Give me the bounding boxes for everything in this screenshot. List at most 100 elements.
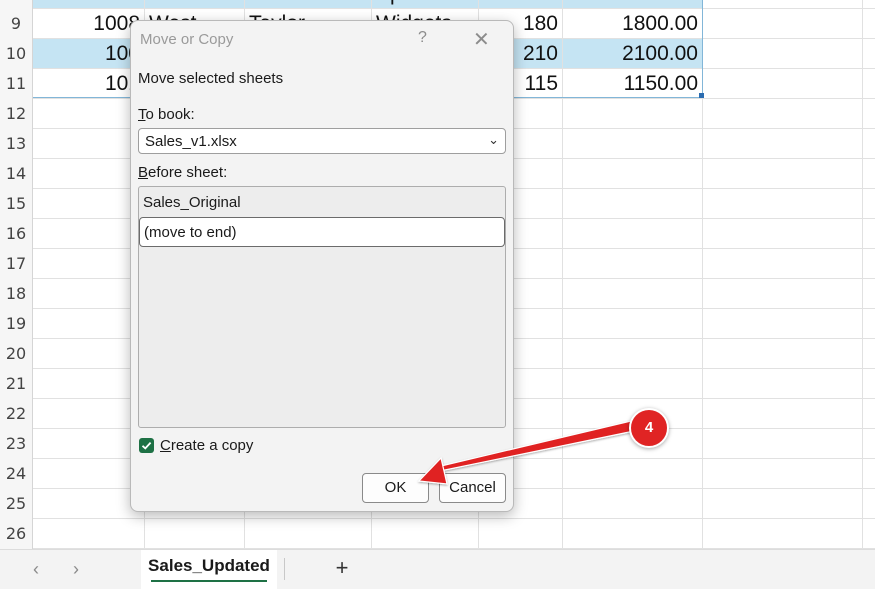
row-number[interactable]: 10	[0, 39, 33, 69]
row-number[interactable]: 25	[0, 489, 33, 519]
list-item-move-to-end[interactable]: (move to end)	[139, 217, 505, 247]
table-cell[interactable]	[863, 459, 875, 489]
table-cell[interactable]	[33, 399, 145, 429]
table-cell[interactable]	[479, 519, 563, 549]
table-cell[interactable]	[703, 0, 863, 9]
to-book-select[interactable]: Sales_v1.xlsx ⌄	[138, 128, 506, 154]
fill-handle[interactable]	[699, 93, 704, 98]
table-cell[interactable]	[703, 249, 863, 279]
table-cell[interactable]	[703, 99, 863, 129]
table-cell[interactable]	[703, 69, 863, 99]
table-cell[interactable]	[703, 429, 863, 459]
table-cell[interactable]	[33, 279, 145, 309]
table-cell[interactable]	[863, 9, 875, 39]
table-cell[interactable]	[863, 279, 875, 309]
row-number[interactable]: 11	[0, 69, 33, 99]
table-cell[interactable]	[563, 129, 703, 159]
table-cell[interactable]	[33, 369, 145, 399]
list-item-sales-original[interactable]: Sales_Original	[139, 188, 505, 218]
table-cell[interactable]	[863, 309, 875, 339]
table-cell[interactable]	[563, 369, 703, 399]
table-cell[interactable]	[703, 219, 863, 249]
table-cell[interactable]: 101	[33, 69, 145, 99]
table-cell[interactable]	[563, 339, 703, 369]
close-icon[interactable]: ✕	[473, 27, 490, 52]
table-cell[interactable]	[245, 519, 372, 549]
table-cell[interactable]	[863, 69, 875, 99]
table-cell[interactable]	[145, 519, 245, 549]
row-number[interactable]: 24	[0, 459, 33, 489]
table-cell[interactable]	[33, 429, 145, 459]
table-cell[interactable]	[703, 369, 863, 399]
table-cell[interactable]: Wilson	[245, 0, 372, 9]
table-cell[interactable]	[33, 189, 145, 219]
row-number[interactable]: 13	[0, 129, 33, 159]
before-sheet-list[interactable]: Sales_Original (move to end)	[138, 186, 506, 428]
table-cell[interactable]	[703, 399, 863, 429]
ok-button[interactable]: OK	[362, 473, 429, 503]
table-cell[interactable]	[703, 39, 863, 69]
table-cell[interactable]	[863, 99, 875, 129]
table-cell[interactable]: 1007	[33, 0, 145, 9]
table-cell[interactable]	[863, 129, 875, 159]
row-number[interactable]: 8	[0, 0, 33, 9]
table-cell[interactable]	[863, 219, 875, 249]
table-cell[interactable]	[563, 159, 703, 189]
table-cell[interactable]	[33, 519, 145, 549]
table-cell[interactable]	[33, 249, 145, 279]
table-cell[interactable]	[863, 249, 875, 279]
table-cell[interactable]	[703, 279, 863, 309]
chevron-right-icon[interactable]: ›	[66, 558, 86, 580]
table-cell[interactable]	[563, 279, 703, 309]
table-cell[interactable]	[372, 519, 479, 549]
table-cell[interactable]	[33, 459, 145, 489]
table-cell[interactable]: 1800.00	[563, 9, 703, 39]
table-cell[interactable]	[703, 519, 863, 549]
table-cell[interactable]	[563, 219, 703, 249]
create-copy-label[interactable]: Create a copy	[160, 437, 253, 454]
table-cell[interactable]: East	[145, 0, 245, 9]
table-cell[interactable]: 1008	[33, 9, 145, 39]
row-number[interactable]: 9	[0, 9, 33, 39]
table-cell[interactable]	[33, 99, 145, 129]
create-copy-checkbox[interactable]	[139, 438, 154, 453]
table-cell[interactable]	[563, 309, 703, 339]
table-cell[interactable]	[33, 219, 145, 249]
table-cell[interactable]	[863, 399, 875, 429]
table-cell[interactable]	[863, 369, 875, 399]
help-icon[interactable]: ?	[418, 29, 427, 47]
table-cell[interactable]	[703, 189, 863, 219]
table-cell[interactable]: Sprockets	[372, 0, 479, 9]
row-number[interactable]: 20	[0, 339, 33, 369]
table-cell[interactable]	[33, 489, 145, 519]
plus-icon[interactable]: +	[330, 556, 354, 580]
sheet-tab-sales-updated[interactable]: Sales_Updated	[141, 550, 277, 589]
table-cell[interactable]	[863, 519, 875, 549]
table-cell[interactable]	[703, 159, 863, 189]
table-cell[interactable]	[563, 99, 703, 129]
table-cell[interactable]: 450.00	[563, 0, 703, 9]
table-cell[interactable]	[863, 489, 875, 519]
table-cell[interactable]	[703, 129, 863, 159]
row-number[interactable]: 21	[0, 369, 33, 399]
table-cell[interactable]	[33, 339, 145, 369]
table-cell[interactable]	[563, 249, 703, 279]
row-number[interactable]: 14	[0, 159, 33, 189]
table-cell[interactable]	[703, 459, 863, 489]
table-cell[interactable]	[563, 189, 703, 219]
table-cell[interactable]	[33, 159, 145, 189]
table-cell[interactable]: 45	[479, 0, 563, 9]
table-cell[interactable]: 1150.00	[563, 69, 703, 99]
row-number[interactable]: 15	[0, 189, 33, 219]
table-cell[interactable]	[563, 459, 703, 489]
table-cell[interactable]	[863, 339, 875, 369]
row-number[interactable]: 17	[0, 249, 33, 279]
table-cell[interactable]	[563, 489, 703, 519]
table-cell[interactable]	[703, 9, 863, 39]
chevron-left-icon[interactable]: ‹	[26, 558, 46, 580]
table-cell[interactable]	[863, 429, 875, 459]
cancel-button[interactable]: Cancel	[439, 473, 506, 503]
row-number[interactable]: 26	[0, 519, 33, 549]
row-number[interactable]: 23	[0, 429, 33, 459]
table-cell[interactable]	[33, 129, 145, 159]
